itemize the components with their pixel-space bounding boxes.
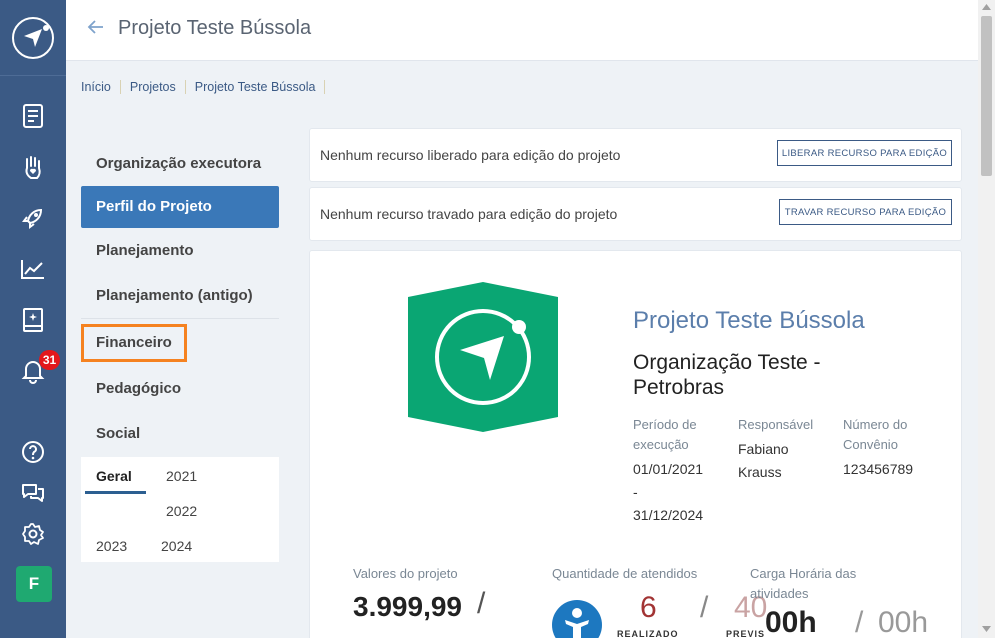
project-values-amount: 3.999,99 [353, 591, 462, 622]
scroll-down-icon[interactable] [982, 626, 991, 632]
hours-planned: 00h [878, 606, 929, 638]
breadcrumb-current[interactable]: Projeto Teste Bússola [186, 80, 326, 94]
tab-2023[interactable]: 2023 [96, 538, 127, 554]
chart-line-icon[interactable] [17, 253, 49, 285]
top-bar: Projeto Teste Bússola [66, 0, 978, 61]
nav-financeiro[interactable]: Financeiro [81, 324, 187, 362]
help-icon[interactable] [17, 436, 49, 468]
scroll-thumb[interactable] [981, 16, 992, 176]
breadcrumb-projetos[interactable]: Projetos [121, 80, 186, 94]
period-separator: - [633, 484, 638, 500]
project-values-label: Valores do projeto [353, 566, 458, 581]
attendees-realized: 6 [640, 591, 657, 624]
period-start: 01/01/2021 [633, 461, 704, 477]
vertical-scrollbar[interactable] [978, 0, 995, 638]
year-tabs: Geral 2021 2022 2023 2024 [81, 457, 279, 562]
tab-2021[interactable]: 2021 [166, 468, 197, 484]
attendees-planned-label: PREVIS [726, 629, 766, 638]
project-name: Projeto Teste Bússola [633, 307, 865, 334]
sidebar: 31 F [0, 0, 66, 638]
attendees-slash: / [700, 591, 709, 624]
attendees-realized-label: REALIZADO [617, 629, 679, 638]
document-icon[interactable] [17, 100, 49, 132]
nav-planejamento[interactable]: Planejamento [81, 228, 279, 273]
person-icon [552, 600, 602, 638]
notification-badge: 31 [39, 350, 60, 370]
project-logo [408, 282, 558, 432]
responsible-label: Responsável [738, 417, 814, 432]
locked-resources-notice: Nenhum recurso travado para edição do pr… [309, 187, 962, 241]
lock-resource-button[interactable]: TRAVAR RECURSO PARA EDIÇÃO [779, 199, 952, 225]
scroll-up-icon[interactable] [982, 4, 991, 10]
book-icon[interactable] [17, 304, 49, 336]
breadcrumb-inicio[interactable]: Início [81, 80, 121, 94]
tab-2022[interactable]: 2022 [166, 503, 197, 519]
section-nav: Organização executora Perfil do Projeto … [81, 141, 279, 456]
attendees-label: Quantidade de atendidos [552, 566, 698, 581]
project-values-slash: / [477, 587, 486, 620]
breadcrumb: Início Projetos Projeto Teste Bússola [81, 80, 326, 94]
project-profile-card: Projeto Teste Bússola Organização Teste … [309, 250, 962, 638]
locked-notice-text: Nenhum recurso travado para edição do pr… [320, 206, 618, 222]
page-title: Projeto Teste Bússola [118, 17, 312, 39]
hand-heart-icon[interactable] [17, 151, 49, 183]
period-end: 31/12/2024 [633, 507, 704, 523]
app-logo[interactable] [12, 17, 54, 59]
user-avatar[interactable]: F [16, 566, 52, 602]
released-notice-text: Nenhum recurso liberado para edição do p… [320, 147, 621, 163]
release-resource-button[interactable]: LIBERAR RECURSO PARA EDIÇÃO [777, 140, 952, 166]
hours-slash: / [855, 606, 864, 638]
back-arrow-icon[interactable] [86, 16, 106, 38]
tab-2024[interactable]: 2024 [161, 538, 192, 554]
chat-icon[interactable] [17, 477, 49, 509]
released-resources-notice: Nenhum recurso liberado para edição do p… [309, 128, 962, 182]
nav-pedagogico[interactable]: Pedagógico [81, 366, 279, 411]
agreement-value: 123456789 [843, 461, 914, 477]
gear-icon[interactable] [17, 518, 49, 550]
nav-social[interactable]: Social [81, 411, 279, 456]
rocket-icon[interactable] [17, 202, 49, 234]
nav-perfil-do-projeto[interactable]: Perfil do Projeto [81, 186, 279, 228]
agreement-label: Número do Convênio [843, 417, 908, 452]
compass-arrow-icon [24, 29, 42, 47]
compass-arrow-icon [460, 336, 504, 380]
hours-label: Carga Horária das atividades [750, 566, 857, 601]
period-label: Período de execução [633, 417, 697, 452]
responsible-value: Fabiano Krauss [738, 441, 789, 480]
tab-underline [85, 491, 146, 494]
tab-geral[interactable]: Geral [96, 468, 132, 484]
hours-realized: 00h [765, 606, 817, 638]
organization-name: Organização Teste - Petrobras [633, 351, 821, 399]
nav-organizacao-executora[interactable]: Organização executora [81, 141, 279, 186]
nav-planejamento-antigo[interactable]: Planejamento (antigo) [81, 273, 279, 318]
